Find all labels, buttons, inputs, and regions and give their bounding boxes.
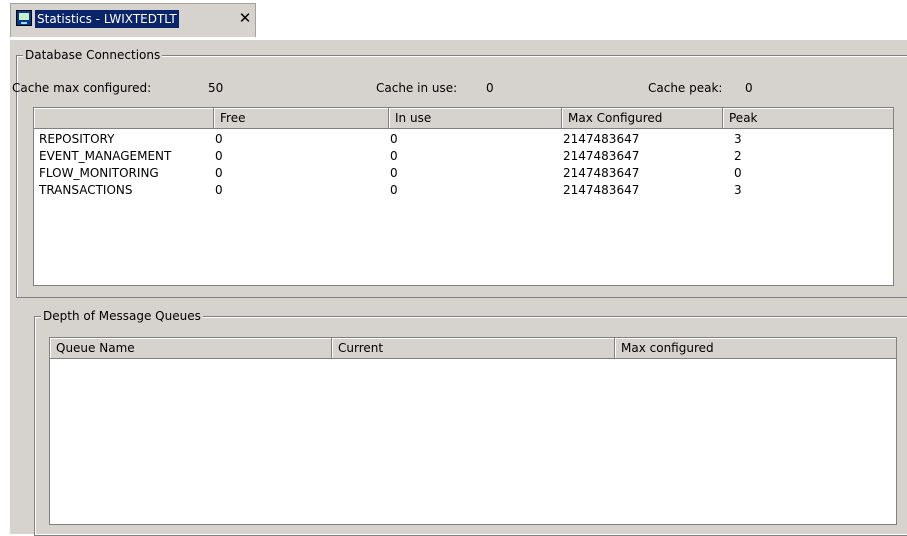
cache-max-configured-value: 50 — [208, 81, 224, 95]
row-peak: 2 — [734, 149, 742, 163]
database-connections-legend: Database Connections — [23, 48, 163, 62]
column-header-max-configured[interactable]: Max Configured — [562, 108, 723, 129]
row-name: EVENT_MANAGEMENT — [39, 149, 172, 163]
column-header-in-use[interactable]: In use — [389, 108, 562, 129]
row-peak: 0 — [734, 166, 742, 180]
message-queues-table[interactable]: Queue Name Current Max configured — [49, 337, 897, 525]
message-queues-legend: Depth of Message Queues — [41, 309, 203, 323]
row-max-configured: 2147483647 — [563, 166, 640, 180]
cache-max-configured-label: Cache max configured: — [12, 81, 152, 95]
statistics-panel: Database Connections Cache max configure… — [10, 40, 907, 536]
row-free: 0 — [215, 132, 223, 146]
cache-in-use-label: Cache in use: — [376, 81, 458, 95]
tab-statistics[interactable]: Statistics - LWIXTEDTLT ✕ — [10, 3, 256, 37]
row-in-use: 0 — [390, 166, 398, 180]
row-in-use: 0 — [390, 183, 398, 197]
database-connections-table[interactable]: Free In use Max Configured Peak REPOSITO… — [33, 107, 894, 286]
row-name: FLOW_MONITORING — [39, 166, 159, 180]
monitor-app-icon — [16, 10, 32, 26]
row-peak: 3 — [734, 132, 742, 146]
cache-in-use-value: 0 — [486, 81, 494, 95]
tab-title[interactable]: Statistics - LWIXTEDTLT — [35, 10, 179, 28]
row-max-configured: 2147483647 — [563, 149, 640, 163]
close-icon[interactable]: ✕ — [235, 8, 255, 28]
row-free: 0 — [215, 149, 223, 163]
tab-strip: Statistics - LWIXTEDTLT ✕ — [0, 0, 907, 40]
row-name: REPOSITORY — [39, 132, 115, 146]
row-free: 0 — [215, 166, 223, 180]
column-header-free[interactable]: Free — [214, 108, 389, 129]
row-name: TRANSACTIONS — [39, 183, 133, 197]
row-max-configured: 2147483647 — [563, 132, 640, 146]
column-header-current[interactable]: Current — [332, 338, 615, 359]
row-max-configured: 2147483647 — [563, 183, 640, 197]
column-header-peak[interactable]: Peak — [723, 108, 893, 129]
column-header-max-configured[interactable]: Max configured — [615, 338, 896, 359]
row-peak: 3 — [734, 183, 742, 197]
row-free: 0 — [215, 183, 223, 197]
column-header-queue-name[interactable]: Queue Name — [50, 338, 332, 359]
cache-peak-label: Cache peak: — [648, 81, 723, 95]
cache-peak-value: 0 — [745, 81, 753, 95]
row-in-use: 0 — [390, 149, 398, 163]
row-in-use: 0 — [390, 132, 398, 146]
column-header-name[interactable] — [34, 108, 214, 129]
